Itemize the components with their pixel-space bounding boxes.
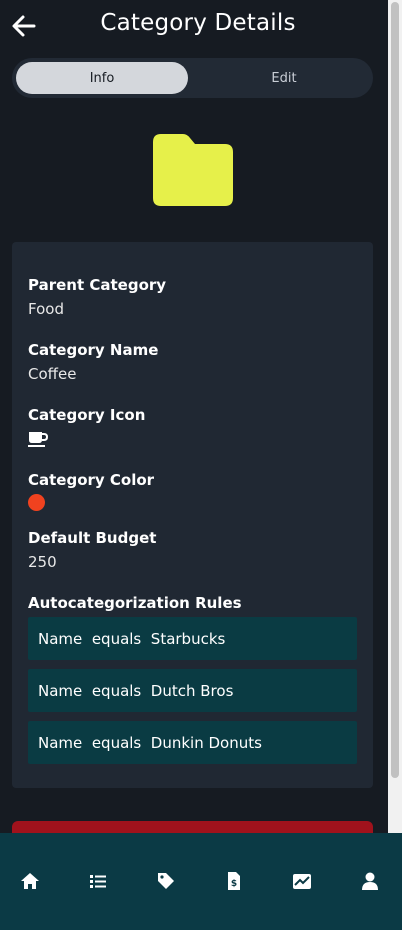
rule-item[interactable]: Name equals Dunkin Donuts bbox=[28, 721, 357, 764]
view-mode-toggle: Info Edit bbox=[12, 58, 373, 98]
nav-categories[interactable] bbox=[155, 870, 177, 892]
category-color-swatch bbox=[28, 494, 45, 511]
list-icon bbox=[90, 875, 106, 888]
rule-value: Dutch Bros bbox=[150, 681, 234, 700]
tab-info[interactable]: Info bbox=[16, 62, 188, 94]
category-name-label: Category Name bbox=[28, 341, 159, 359]
nav-home[interactable] bbox=[19, 870, 41, 892]
mug-icon bbox=[28, 432, 48, 447]
rule-field: Name bbox=[38, 681, 83, 700]
scrollbar-thumb[interactable] bbox=[391, 2, 399, 778]
svg-text:$: $ bbox=[231, 879, 237, 889]
receipt-dollar-icon: $ bbox=[228, 872, 240, 890]
parent-category-label: Parent Category bbox=[28, 276, 167, 294]
autocategorization-rules-label: Autocategorization Rules bbox=[28, 594, 242, 612]
rule-value: Starbucks bbox=[150, 629, 226, 648]
details-card: Parent Category Food Category Name Coffe… bbox=[12, 242, 373, 788]
rule-operator: equals bbox=[91, 629, 142, 648]
rule-operator: equals bbox=[91, 733, 142, 752]
tab-edit[interactable]: Edit bbox=[198, 62, 370, 94]
home-icon bbox=[21, 873, 39, 889]
header: Category Details bbox=[0, 0, 388, 52]
page: Category Details Info Edit Parent Catego… bbox=[0, 0, 388, 930]
trending-chart-icon bbox=[293, 874, 311, 889]
nav-bills[interactable]: $ bbox=[223, 870, 245, 892]
default-budget-label: Default Budget bbox=[28, 529, 157, 547]
tag-icon bbox=[158, 873, 174, 889]
rule-field: Name bbox=[38, 629, 83, 648]
parent-category-value: Food bbox=[28, 300, 64, 318]
default-budget-value: 250 bbox=[28, 553, 57, 571]
rule-operator: equals bbox=[91, 681, 142, 700]
category-icon-label: Category Icon bbox=[28, 406, 146, 424]
rule-item[interactable]: Name equals Dutch Bros bbox=[28, 669, 357, 712]
nav-profile[interactable] bbox=[359, 870, 381, 892]
category-color-label: Category Color bbox=[28, 471, 155, 489]
rule-value: Dunkin Donuts bbox=[150, 733, 262, 752]
folder-icon bbox=[153, 134, 233, 206]
rule-item[interactable]: Name equals Starbucks bbox=[28, 617, 357, 660]
page-title: Category Details bbox=[100, 10, 296, 36]
scrollbar[interactable] bbox=[388, 0, 402, 930]
nav-reports[interactable] bbox=[291, 870, 313, 892]
nav-transactions[interactable] bbox=[87, 870, 109, 892]
bottom-nav: $ bbox=[0, 833, 402, 930]
category-name-value: Coffee bbox=[28, 365, 77, 383]
rule-field: Name bbox=[38, 733, 83, 752]
user-icon bbox=[362, 872, 378, 890]
